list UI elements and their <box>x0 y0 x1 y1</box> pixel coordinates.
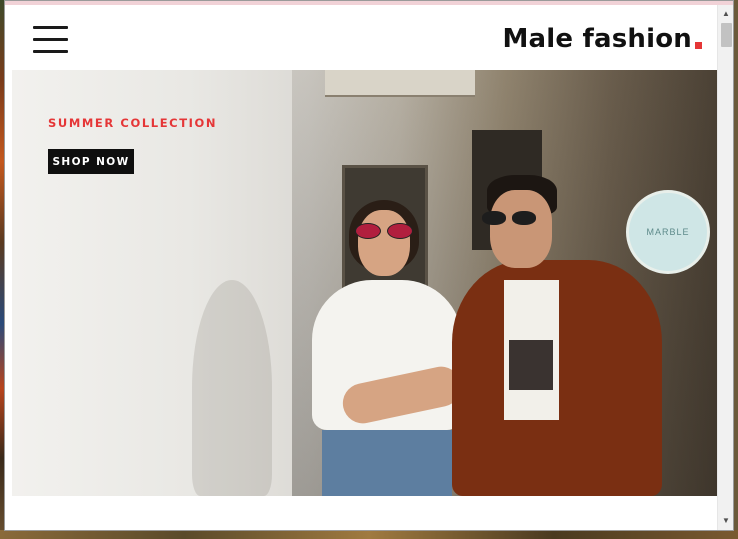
desktop-background-bottom <box>0 530 738 539</box>
sunglasses-icon <box>482 211 542 225</box>
hamburger-menu-icon[interactable] <box>33 26 68 54</box>
vertical-scrollbar[interactable]: ▲ ▼ <box>717 5 733 530</box>
shop-now-button[interactable]: SHOP NOW <box>48 149 134 174</box>
site-header: Male fashion <box>12 5 717 70</box>
logo-text: Male fashion <box>502 24 692 54</box>
wall-shadow <box>192 280 272 496</box>
logo-dot-icon <box>695 42 702 49</box>
scroll-up-icon[interactable]: ▲ <box>718 7 733 21</box>
web-page: Male fashion MARBLE SUMMER COLLECTION SH… <box>12 5 717 530</box>
sunglasses-icon <box>355 223 413 239</box>
shop-sign-text: MARBLE <box>646 227 690 237</box>
hero-banner: MARBLE SUMMER COLLECTION SHOP NOW <box>12 70 717 496</box>
shop-sign: MARBLE <box>626 190 710 274</box>
building-sign <box>325 70 475 97</box>
site-logo[interactable]: Male fashion <box>502 20 702 54</box>
scroll-down-icon[interactable]: ▼ <box>718 514 733 528</box>
hero-subtitle: SUMMER COLLECTION <box>48 116 218 130</box>
browser-window: Male fashion MARBLE SUMMER COLLECTION SH… <box>4 0 734 531</box>
scrollbar-thumb[interactable] <box>721 23 732 47</box>
